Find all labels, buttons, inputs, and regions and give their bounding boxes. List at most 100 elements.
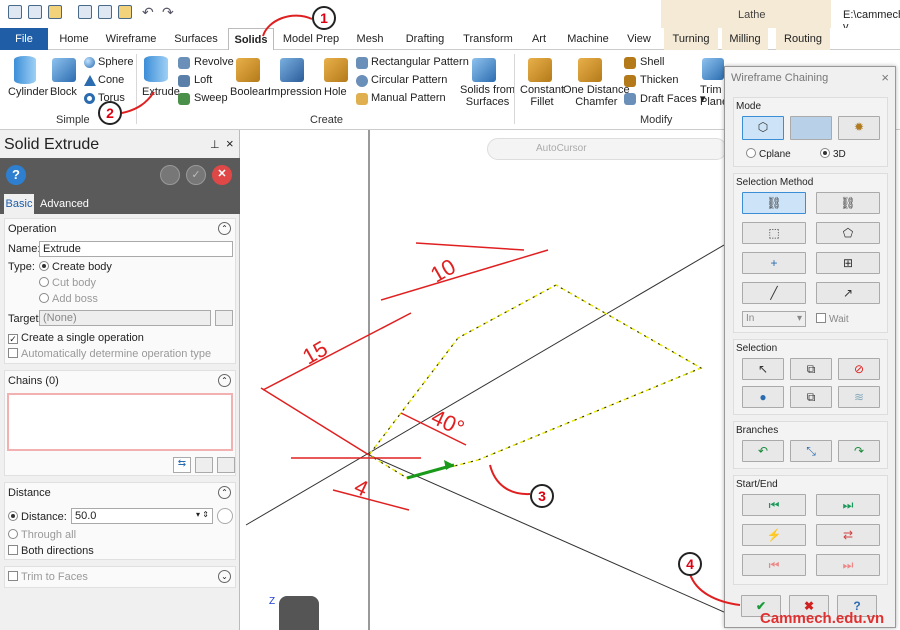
move-start-icon[interactable]: ⏮ xyxy=(742,554,806,576)
tab-view[interactable]: View xyxy=(620,28,658,50)
tab-wireframe[interactable]: Wireframe xyxy=(100,28,162,50)
move-end-icon[interactable]: ⏭ xyxy=(816,554,880,576)
tab-home[interactable]: Home xyxy=(52,28,96,50)
tab-file[interactable]: File xyxy=(0,28,48,50)
tab-model-prep[interactable]: Model Prep xyxy=(278,28,344,50)
sphere-button[interactable]: Sphere xyxy=(98,56,133,68)
merge-icon[interactable] xyxy=(118,5,132,19)
tab-advanced[interactable]: Advanced xyxy=(40,194,89,214)
help-icon[interactable]: ? xyxy=(6,165,26,185)
save-as-icon[interactable] xyxy=(98,5,112,19)
branch-step-icon[interactable]: ⤡ xyxy=(790,440,832,462)
distance-radio[interactable]: Distance: xyxy=(8,511,67,523)
boolean-button[interactable]: Boolean xyxy=(230,86,270,98)
ok-new-icon[interactable] xyxy=(160,165,180,185)
chain-manager-icon[interactable] xyxy=(217,457,235,473)
open-icon[interactable] xyxy=(48,5,62,19)
undo-icon[interactable]: ↶ xyxy=(142,4,154,21)
solid-mode-icon[interactable] xyxy=(790,116,832,140)
graphics-canvas[interactable]: AutoCursor 15 10 40° 4 Z xyxy=(241,130,727,630)
tab-solids[interactable]: Solids xyxy=(228,28,274,51)
feature-chain-icon[interactable]: ≋ xyxy=(838,386,880,408)
target-select-icon[interactable] xyxy=(215,310,233,326)
vector-arrow-icon[interactable]: ↗ xyxy=(816,282,880,304)
polygon-select-icon[interactable]: ⬠ xyxy=(816,222,880,244)
collapse-icon[interactable]: ⌃ xyxy=(218,486,231,499)
chain-start-icon[interactable]: ⏮ xyxy=(742,494,806,516)
settings-gear-icon[interactable]: ✹ xyxy=(838,116,880,140)
chain-options-icon[interactable]: ⧉ xyxy=(790,386,832,408)
select-last-icon[interactable]: ↖ xyxy=(742,358,784,380)
reverse-direction-icon[interactable]: ⇄ xyxy=(816,524,880,546)
cancel-icon[interactable]: ✕ xyxy=(212,165,232,185)
tab-surfaces[interactable]: Surfaces xyxy=(168,28,224,50)
view-cube[interactable] xyxy=(279,596,319,630)
new-file-icon[interactable] xyxy=(8,5,22,19)
branch-back-icon[interactable]: ↶ xyxy=(742,440,784,462)
extrude-button[interactable]: Extrude xyxy=(142,86,180,98)
tab-machine[interactable]: Machine xyxy=(562,28,614,50)
manual-pattern-button[interactable]: Manual Pattern xyxy=(371,92,446,104)
revolve-button[interactable]: Revolve xyxy=(194,56,234,68)
end-chain-icon[interactable]: ● xyxy=(742,386,784,408)
unselect-icon[interactable]: ⊘ xyxy=(838,358,880,380)
tab-transform[interactable]: Transform xyxy=(460,28,516,50)
chain-end-icon[interactable]: ⏭ xyxy=(816,494,880,516)
impression-button[interactable]: Impression xyxy=(268,86,322,98)
circular-pattern-button[interactable]: Circular Pattern xyxy=(371,74,447,86)
tab-drafting[interactable]: Drafting xyxy=(398,28,452,50)
sweep-button[interactable]: Sweep xyxy=(194,92,228,104)
name-field[interactable]: Extrude xyxy=(39,241,233,257)
reverse-chain-icon[interactable]: ⇆ xyxy=(173,457,191,473)
block-button[interactable]: Block xyxy=(50,86,77,98)
print-icon[interactable] xyxy=(78,5,92,19)
collapse-icon[interactable]: ⌃ xyxy=(218,374,231,387)
window-select-icon[interactable]: ⬚ xyxy=(742,222,806,244)
one-distance-chamfer-button[interactable]: One Distance Chamfer xyxy=(563,84,630,108)
close-icon[interactable]: × xyxy=(226,136,234,151)
select-options-icon[interactable]: ⧉ xyxy=(790,358,832,380)
tab-basic[interactable]: Basic xyxy=(4,194,34,214)
auto-type-checkbox[interactable]: Automatically determine operation type xyxy=(8,348,211,360)
constant-fillet-button[interactable]: Constant Fillet xyxy=(520,84,564,108)
tab-milling[interactable]: Milling xyxy=(722,28,768,50)
single-select-icon[interactable]: + xyxy=(742,252,806,274)
tab-art[interactable]: Art xyxy=(524,28,554,50)
cone-button[interactable]: Cone xyxy=(98,74,124,86)
in-dropdown[interactable]: In ▾ xyxy=(742,311,806,327)
distance-field[interactable]: 50.0 ▾ ⇕ xyxy=(71,508,213,524)
hole-button[interactable]: Hole xyxy=(324,86,347,98)
chains-list[interactable] xyxy=(7,393,233,451)
loft-button[interactable]: Loft xyxy=(194,74,212,86)
cut-body-radio[interactable]: Cut body xyxy=(39,277,96,289)
vector-select-icon[interactable]: ╱ xyxy=(742,282,806,304)
ok-icon[interactable]: ✓ xyxy=(186,165,206,185)
wait-checkbox[interactable]: Wait xyxy=(816,313,849,325)
add-chain-icon[interactable] xyxy=(195,457,213,473)
expand-icon[interactable]: ⌄ xyxy=(218,570,231,583)
rectangular-pattern-button[interactable]: Rectangular Pattern xyxy=(371,56,469,68)
dynamic-start-icon[interactable]: ⚡ xyxy=(742,524,806,546)
trim-to-faces-checkbox[interactable]: Trim to Faces xyxy=(8,571,88,583)
close-icon[interactable]: × xyxy=(881,70,889,85)
create-body-radio[interactable]: Create body xyxy=(39,261,112,273)
shell-button[interactable]: Shell xyxy=(640,56,664,68)
partial-chain-icon[interactable]: ⛓ xyxy=(816,192,880,214)
cylinder-button[interactable]: Cylinder xyxy=(8,86,48,98)
tab-turning[interactable]: Turning xyxy=(664,28,718,50)
chain-select-icon[interactable]: ⛓ xyxy=(742,192,806,214)
area-select-icon[interactable]: ⊞ xyxy=(816,252,880,274)
crosshair-icon[interactable] xyxy=(217,508,233,524)
cplane-radio[interactable]: Cplane xyxy=(746,148,791,160)
save-icon[interactable] xyxy=(28,5,42,19)
add-boss-radio[interactable]: Add boss xyxy=(39,293,98,305)
3d-radio[interactable]: 3D xyxy=(820,148,846,160)
redo-icon[interactable]: ↷ xyxy=(162,4,174,21)
tab-routing[interactable]: Routing xyxy=(776,28,830,50)
through-all-radio[interactable]: Through all xyxy=(8,529,76,541)
draft-faces-button[interactable]: Draft Faces ▾ xyxy=(640,92,705,105)
thicken-button[interactable]: Thicken xyxy=(640,74,679,86)
target-field[interactable]: (None) xyxy=(39,310,211,326)
both-directions-checkbox[interactable]: Both directions xyxy=(8,545,94,557)
pin-icon[interactable]: ⊥ xyxy=(210,138,220,151)
